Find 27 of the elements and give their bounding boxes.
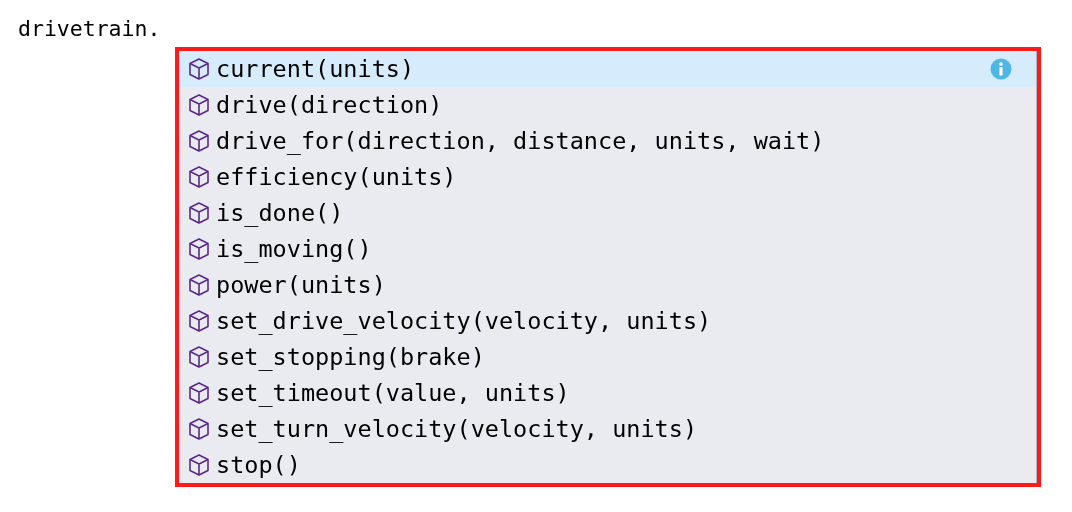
suggestion-label: power(units) (216, 270, 386, 300)
suggestion-label: current(units) (216, 54, 415, 84)
cube-icon (188, 201, 210, 225)
cube-icon (188, 381, 210, 405)
info-icon[interactable] (990, 58, 1012, 80)
cube-icon (188, 93, 210, 117)
cube-icon (188, 165, 210, 189)
suggestion-label: is_done() (216, 198, 344, 228)
suggestion-label: drive(direction) (216, 90, 443, 120)
suggestion-label: set_stopping(brake) (216, 342, 485, 372)
cube-icon (188, 273, 210, 297)
cube-icon (188, 417, 210, 441)
suggestion-label: set_turn_velocity(velocity, units) (216, 414, 698, 444)
cube-icon (188, 309, 210, 333)
suggestion-label: set_timeout(value, units) (216, 378, 570, 408)
cube-icon (188, 129, 210, 153)
cube-icon (188, 57, 210, 81)
suggestion-label: efficiency(units) (216, 162, 457, 192)
cube-icon (188, 345, 210, 369)
cube-icon (188, 237, 210, 261)
suggestion-label: is_moving() (216, 234, 372, 264)
suggestion-label: set_drive_velocity(velocity, units) (216, 306, 712, 336)
suggestion-item[interactable]: current(units) (179, 51, 1036, 87)
suggestion-label: stop() (216, 450, 301, 480)
suggestion-label: drive_for(direction, distance, units, wait) (216, 126, 825, 156)
cube-icon (188, 453, 210, 477)
code-text: drivetrain. (18, 15, 161, 43)
